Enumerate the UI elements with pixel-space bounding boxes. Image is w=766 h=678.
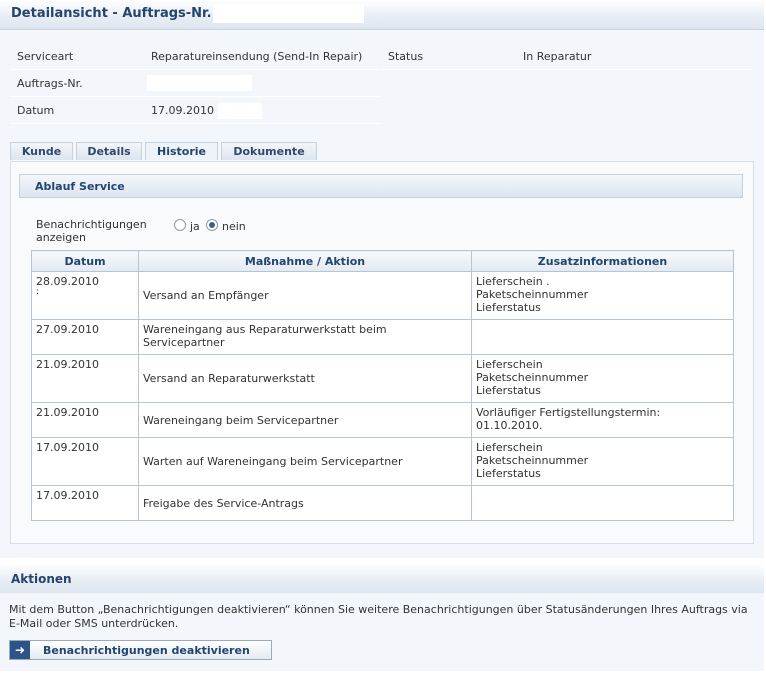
row-action: Wareneingang beim Servicepartner [138, 402, 472, 438]
notifications-label: Benachrichtigungen anzeigen [36, 218, 147, 244]
section-title: Ablauf Service [35, 180, 125, 193]
row-info: Lieferschein . Paketscheinnummer Liefersta… [471, 271, 734, 320]
column-header-action: Maßnahme / Aktion [138, 250, 472, 272]
tab-details[interactable]: Details [76, 142, 142, 160]
tab-historie[interactable]: Historie [145, 142, 218, 160]
arrow-right-icon: ➜ [10, 641, 30, 659]
datum-label: Datum [17, 104, 55, 117]
row-info: Lieferschein Paketscheinnummer Lieferstatu… [471, 354, 734, 403]
row-date: 21.09.2010 [31, 354, 139, 403]
row-info [471, 319, 734, 355]
row-date: 17.09.2010 [31, 485, 139, 521]
radio-nein[interactable] [206, 219, 218, 231]
datum-value: 17.09.2010 [151, 104, 214, 117]
table-row: 17.09.2010 Warten auf Wareneingang beim … [31, 437, 734, 486]
aktionen-title: Aktionen [11, 572, 72, 586]
aktionen-description: Mit dem Button „Benachrichtigungen deakt… [9, 603, 748, 630]
history-table: Datum Maßnahme / Aktion Zusatzinformatio… [31, 250, 734, 521]
table-row: 21.09.2010 Versand an Reparaturwerkstatt… [31, 354, 734, 403]
table-row: 21.09.2010 Wareneingang beim Servicepart… [31, 402, 734, 438]
order-detail-panel: Detailansicht - Auftrags-Nr. Serviceart … [0, 0, 766, 558]
aktionen-panel: Aktionen Mit dem Button „Benachrichtigun… [0, 563, 764, 671]
row-info: Lieferschein Paketscheinnummer Lieferstatu… [471, 437, 734, 486]
radio-nein-label: nein [222, 220, 246, 233]
serviceart-label: Serviceart [17, 50, 74, 63]
radio-ja[interactable] [174, 219, 186, 231]
row-date: 28.09.2010: [31, 271, 139, 320]
row-action: Versand an Reparaturwerkstatt [138, 354, 472, 403]
row-date: 17.09.2010 [31, 437, 139, 486]
aktionen-header: Aktionen [0, 563, 764, 593]
row-action: Warten auf Wareneingang beim Servicepart… [138, 437, 472, 486]
auftrag-label: Auftrags-Nr. [17, 77, 83, 90]
table-row: 17.09.2010 Freigabe des Service-Antrags [31, 485, 734, 521]
radio-ja-label: ja [190, 220, 200, 233]
row-info [471, 485, 734, 521]
row-info: Vorläufiger Fertigstellungstermin: 01.10.… [471, 402, 734, 438]
header-bar: Detailansicht - Auftrags-Nr. [0, 0, 764, 30]
page-title: Detailansicht - Auftrags-Nr. [11, 6, 212, 21]
row-action: Wareneingang aus Reparaturwerkstatt beim… [138, 319, 472, 355]
row-date: 27.09.2010 [31, 319, 139, 355]
serviceart-value: Reparatureinsendung (Send-In Repair) [151, 50, 363, 63]
status-value: In Reparatur [523, 50, 592, 63]
row-date: 21.09.2010 [31, 402, 139, 438]
redacted-auftrag-value [147, 75, 252, 91]
status-label: Status [388, 50, 424, 63]
section-header: Ablauf Service [19, 174, 743, 198]
historie-content: Ablauf Service Benachrichtigungen anzeig… [10, 161, 754, 544]
tab-dokumente[interactable]: Dokumente [221, 142, 317, 160]
table-row: 27.09.2010 Wareneingang aus Reparaturwer… [31, 319, 734, 355]
tab-kunde[interactable]: Kunde [10, 142, 73, 160]
redacted-datum-extra [218, 103, 262, 119]
table-header-row: Datum Maßnahme / Aktion Zusatzinformatio… [31, 250, 734, 272]
redacted-order-number [213, 4, 364, 23]
deactivate-notifications-label: Benachrichtigungen deaktivieren [43, 644, 250, 657]
column-header-datum: Datum [31, 250, 139, 272]
row-action: Versand an Empfänger [138, 271, 472, 320]
column-header-info: Zusatzinformationen [471, 250, 734, 272]
table-row: 28.09.2010: Versand an Empfänger Liefers… [31, 271, 734, 320]
row-action: Freigabe des Service-Antrags [138, 485, 472, 521]
deactivate-notifications-button[interactable]: ➜ Benachrichtigungen deaktivieren [9, 640, 272, 660]
